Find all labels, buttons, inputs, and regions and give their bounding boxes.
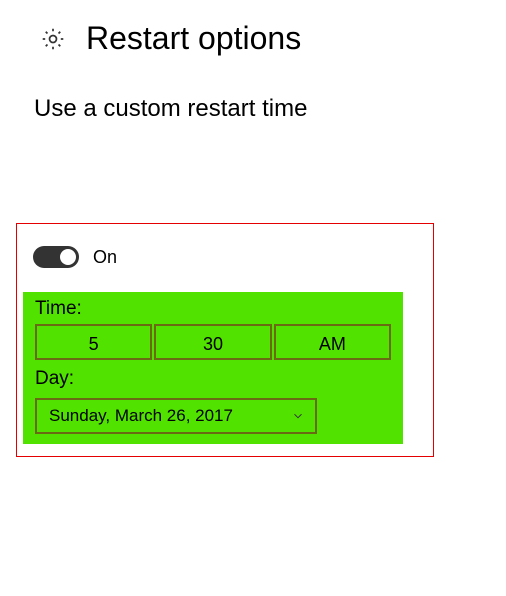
- day-label: Day:: [23, 360, 403, 394]
- time-period-cell[interactable]: AM: [274, 324, 391, 360]
- day-value: Sunday, March 26, 2017: [49, 398, 233, 434]
- time-hour-cell[interactable]: 5: [35, 324, 152, 360]
- time-picker: 5 30 AM: [35, 324, 391, 360]
- toggle-state-label: On: [93, 247, 117, 268]
- schedule-panel: Time: 5 30 AM Day: Sunday, March 26, 201…: [23, 292, 403, 444]
- chevron-down-icon: [291, 409, 305, 423]
- time-label: Time:: [23, 298, 403, 324]
- page-title: Restart options: [86, 20, 301, 57]
- day-dropdown[interactable]: Sunday, March 26, 2017: [35, 398, 317, 434]
- page-header: Restart options: [0, 0, 506, 57]
- toggle-knob: [60, 249, 76, 265]
- section-subtitle: Use a custom restart time: [34, 95, 506, 123]
- gear-icon: [40, 26, 66, 52]
- time-minute-cell[interactable]: 30: [154, 324, 271, 360]
- custom-restart-toggle-row: On: [33, 246, 433, 268]
- highlighted-region: On Time: 5 30 AM Day: Sunday, March 26, …: [16, 223, 434, 457]
- custom-restart-toggle[interactable]: [33, 246, 79, 268]
